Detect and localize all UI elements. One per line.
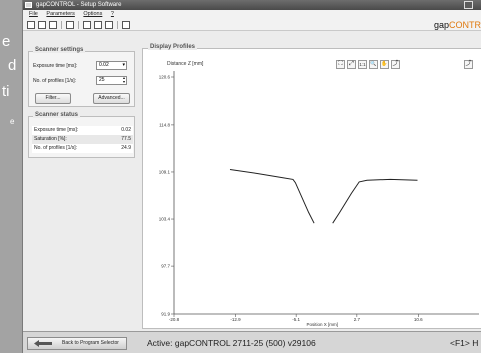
exposure-label: Exposure time [ms]: xyxy=(33,63,78,69)
x-tick-label: 10.6 xyxy=(414,317,423,322)
toolbar-separator xyxy=(117,21,118,29)
app-window: gapCONTROL - Setup Software File Paramet… xyxy=(22,0,481,353)
app-icon xyxy=(25,2,32,8)
profile-line xyxy=(332,178,418,224)
monitor-icon[interactable] xyxy=(66,21,74,29)
scanner-settings-group: Scanner settings Exposure time [ms]: 0.0… xyxy=(28,47,135,107)
x-tick-label: 2.7 xyxy=(354,317,361,322)
x-axis-label: Position X [mm] xyxy=(307,322,339,327)
back-to-program-selector-button[interactable]: Back to Program Selector xyxy=(27,337,127,350)
status-label: No. of profiles [1/s]: xyxy=(34,145,78,151)
filter-button[interactable]: Filter... xyxy=(35,93,71,104)
status-label: Saturation [%]: xyxy=(34,136,67,142)
profiles-label: No. of profiles [1/s]: xyxy=(33,78,77,84)
status-label: Exposure time [ms]: xyxy=(34,127,79,133)
brand-part2: CONTR xyxy=(449,20,481,30)
x-tick-label: -20.8 xyxy=(169,317,180,322)
background-text: e xyxy=(10,117,15,126)
y-tick-label: 114.8 xyxy=(159,122,170,127)
back-button-label: Back to Program Selector xyxy=(62,340,119,346)
minimize-button[interactable] xyxy=(464,1,473,9)
brand-part1: gap xyxy=(433,20,449,30)
save-icon[interactable] xyxy=(49,21,57,29)
brand-logo: gapCONTR xyxy=(434,19,481,31)
toolbar-separator xyxy=(78,21,79,29)
grid-icon[interactable] xyxy=(94,21,102,29)
y-tick-label: 120.6 xyxy=(159,75,171,80)
help-key-hint: <F1> H xyxy=(450,338,479,348)
toolbar: gapCONTR xyxy=(23,19,481,31)
y-tick-label: 109.1 xyxy=(159,170,171,175)
profile-line xyxy=(229,169,315,224)
open-icon[interactable] xyxy=(38,21,46,29)
scanner-status-group: Scanner status Exposure time [ms]: 0.02 … xyxy=(28,112,135,158)
y-axis-label: Distance Z [mm] xyxy=(167,61,204,67)
menu-options[interactable]: Options xyxy=(83,11,102,17)
status-row: No. of profiles [1/s]: 24.9 xyxy=(32,144,133,153)
menu-bar: File Parameters Options ? xyxy=(23,10,481,19)
title-bar: gapCONTROL - Setup Software xyxy=(23,0,481,10)
status-value: 24.9 xyxy=(121,145,131,151)
profile-chart: Distance Z [mm] Position X [mm] 120.6 114.8… xyxy=(159,61,479,327)
chevron-down-icon: ▾ xyxy=(122,62,125,68)
scanner-status-title: Scanner status xyxy=(33,112,81,118)
edit-icon[interactable] xyxy=(105,21,113,29)
background-text: ti xyxy=(2,83,10,100)
export-icon[interactable] xyxy=(122,21,130,29)
toolbar-separator xyxy=(61,21,62,29)
profiles-value: 25 xyxy=(99,77,105,83)
active-device-text: Active: gapCONTROL 2711-25 (500) v29106 xyxy=(147,338,316,348)
status-value: 77.5 xyxy=(121,136,131,142)
new-icon[interactable] xyxy=(27,21,35,29)
background-text: e xyxy=(2,33,11,50)
y-tick-label: 91.9 xyxy=(161,312,170,317)
y-tick-label: 103.4 xyxy=(159,217,171,222)
status-row: Exposure time [ms]: 0.02 xyxy=(32,126,133,135)
x-tick-label: -5.1 xyxy=(292,317,300,322)
exposure-value: 0.02 xyxy=(99,62,109,68)
status-row: Saturation [%]: 77.5 xyxy=(32,135,133,144)
background-text: d xyxy=(8,57,17,74)
spinner-arrows-icon: ▴ ▾ xyxy=(122,75,125,84)
camera-icon[interactable] xyxy=(83,21,91,29)
x-tick-label: -12.9 xyxy=(230,317,241,322)
menu-file[interactable]: File xyxy=(29,11,38,17)
scanner-settings-title: Scanner settings xyxy=(33,47,86,53)
status-value: 0.02 xyxy=(121,127,131,133)
advanced-button[interactable]: Advanced... xyxy=(93,93,130,104)
background-document-panel: e d ti e xyxy=(0,0,22,353)
exposure-select[interactable]: 0.02 ▾ xyxy=(96,61,127,70)
profiles-spinner[interactable]: 25 ▴ ▾ xyxy=(96,76,127,85)
display-profiles-panel: Display Profiles ⛶ ⤢ 1:1 🔍 ✋ ⤴ ⤴ Distanc… xyxy=(142,44,481,329)
y-tick-label: 97.7 xyxy=(161,264,170,269)
window-title: gapCONTROL - Setup Software xyxy=(36,2,122,8)
menu-help[interactable]: ? xyxy=(111,11,114,17)
status-bar: Back to Program Selector Active: gapCONT… xyxy=(23,331,481,353)
back-arrow-icon xyxy=(34,340,52,347)
menu-parameters[interactable]: Parameters xyxy=(46,11,74,17)
